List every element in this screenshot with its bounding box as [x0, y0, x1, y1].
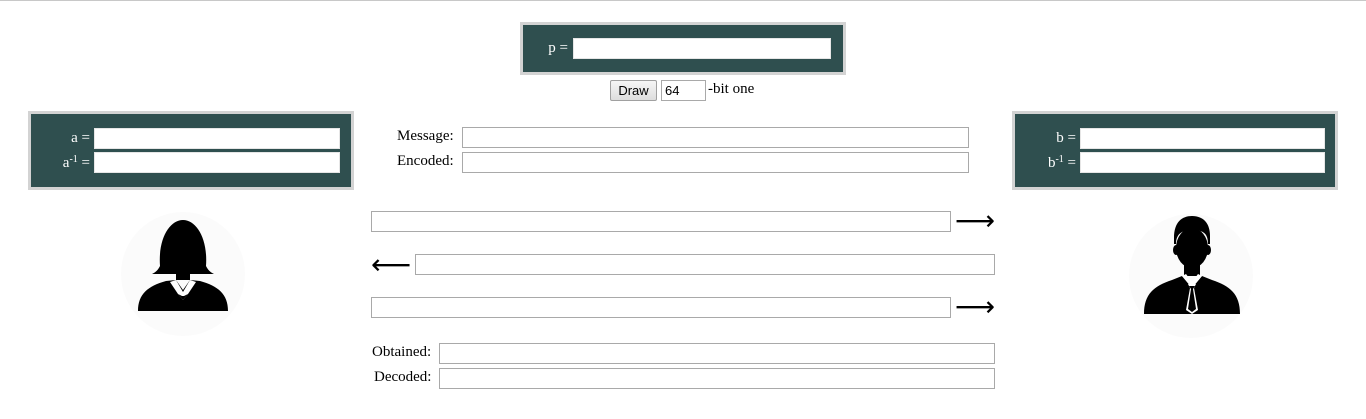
transfer-step3-input[interactable] [371, 297, 951, 318]
a-inverse-label: a-1 = [63, 155, 90, 172]
bob-key-panel: b = b-1 = [1012, 111, 1338, 190]
b-inverse-exponent: -1 [1055, 154, 1064, 165]
alice-key-panel: a = a-1 = [28, 111, 354, 190]
a-inverse-exponent: -1 [69, 154, 78, 165]
bits-suffix: -bit one [708, 81, 755, 97]
right-arrow-icon: ⟶ [955, 204, 996, 237]
a-input[interactable] [94, 128, 340, 149]
draw-button[interactable]: Draw [610, 80, 657, 101]
transfer-step2-input[interactable] [415, 254, 995, 275]
bits-input[interactable] [661, 80, 706, 101]
obtained-label: Obtained: [372, 344, 432, 360]
woman-silhouette-icon [121, 212, 245, 336]
obtained-input[interactable] [439, 343, 995, 364]
a-inverse-equals: = [81, 155, 90, 171]
message-input[interactable] [462, 127, 969, 148]
man-silhouette-icon [1129, 214, 1253, 338]
right-arrow-icon: ⟶ [955, 290, 996, 323]
left-arrow-icon: ⟵ [371, 248, 412, 281]
p-label: p = [548, 40, 568, 56]
encoded-label: Encoded: [397, 153, 454, 169]
b-inverse-equals: = [1067, 155, 1076, 171]
b-input[interactable] [1080, 128, 1325, 149]
decoded-label: Decoded: [374, 369, 432, 385]
b-inverse-input[interactable] [1080, 152, 1325, 173]
decoded-input[interactable] [439, 368, 995, 389]
b-label: b = [1056, 130, 1076, 146]
top-divider [0, 0, 1366, 1]
b-inverse-label: b-1 = [1048, 155, 1076, 172]
transfer-step1-input[interactable] [371, 211, 951, 232]
encoded-input[interactable] [462, 152, 969, 173]
p-input[interactable] [573, 38, 831, 59]
a-label: a = [71, 130, 90, 146]
alice-avatar [118, 208, 248, 340]
a-inverse-input[interactable] [94, 152, 340, 173]
p-panel: p = [520, 22, 846, 75]
bob-avatar [1126, 210, 1256, 342]
message-label: Message: [397, 128, 454, 144]
